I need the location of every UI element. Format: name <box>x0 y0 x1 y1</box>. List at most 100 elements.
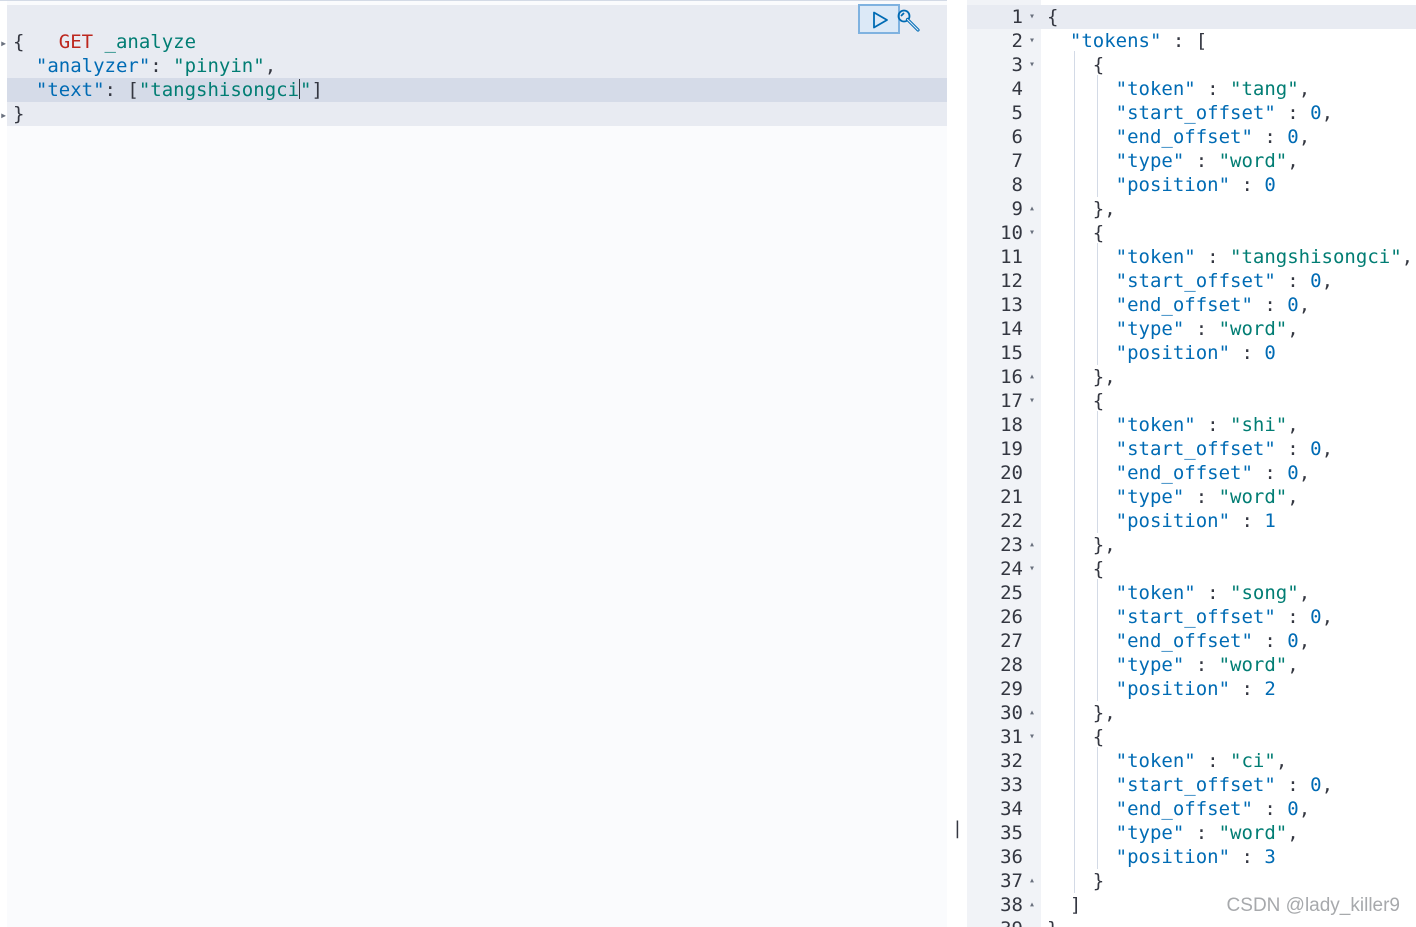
token-key: "token" <box>1115 750 1196 772</box>
code-text: "end_offset" : 0, <box>1047 797 1311 821</box>
token-punc: : <box>1184 150 1219 172</box>
line-number: 3 <box>1011 54 1023 76</box>
code-text: "token" : "tang", <box>1047 77 1311 101</box>
request-line-analyzer[interactable]: "analyzer": "pinyin", <box>13 54 276 78</box>
token-num: 0 <box>1287 294 1299 316</box>
fold-toggle-icon[interactable]: ▸ <box>0 37 7 49</box>
fold-collapse-icon[interactable]: ▾ <box>1026 557 1038 581</box>
token-key: "type" <box>1115 318 1185 340</box>
line-number: 32 <box>1000 750 1023 772</box>
watermark: CSDN @lady_killer9 <box>1226 895 1400 916</box>
token-punc: : <box>1184 654 1219 676</box>
code-text: "type" : "word", <box>1047 653 1299 677</box>
token-punc: : <box>1275 102 1311 124</box>
token-punc: : <box>1230 342 1265 364</box>
fold-collapse-icon[interactable]: ▾ <box>1026 725 1038 749</box>
fold-expand-icon[interactable]: ▴ <box>1026 197 1038 221</box>
fold-collapse-icon[interactable]: ▾ <box>1026 389 1038 413</box>
token-num: 0 <box>1310 774 1322 796</box>
response-line: 17 ▾ { <box>967 389 1416 413</box>
code-text: { <box>1047 221 1104 245</box>
token-str: "shi" <box>1230 414 1288 436</box>
token-punc: , <box>1298 78 1311 100</box>
line-number: 10 <box>1000 222 1023 244</box>
line-number: 16 <box>1000 366 1023 388</box>
request-line-text[interactable]: "text": ["tangshisongci"] <box>13 78 323 102</box>
line-number: 28 <box>1000 654 1023 676</box>
token-key: "type" <box>1115 654 1185 676</box>
token-num: 0 <box>1264 342 1276 364</box>
token-str: "word" <box>1218 654 1288 676</box>
fold-expand-icon[interactable]: ▴ <box>1026 893 1038 917</box>
open-brace: { <box>13 31 25 53</box>
request-line-open-brace[interactable]: { <box>13 30 24 54</box>
token-key: "type" <box>1115 150 1185 172</box>
response-line: 4 "token" : "tang", <box>967 77 1416 101</box>
token-punc: : <box>1275 774 1311 796</box>
line-number: 4 <box>1011 78 1023 100</box>
token-key: "end_offset" <box>1115 462 1253 484</box>
code-text: }, <box>1047 533 1116 557</box>
line-number: 22 <box>1000 510 1023 532</box>
token-str: "word" <box>1218 150 1288 172</box>
token-num: 0 <box>1310 606 1322 628</box>
code-text: "type" : "word", <box>1047 485 1299 509</box>
line-number: 15 <box>1000 342 1023 364</box>
line-number: 24 <box>1000 558 1023 580</box>
fold-toggle-icon[interactable]: ▸ <box>0 109 7 121</box>
pane-resizer[interactable]: || <box>947 0 974 927</box>
fold-collapse-icon[interactable]: ▾ <box>1026 53 1038 77</box>
request-line-close-brace[interactable]: } <box>13 102 24 126</box>
line-number: 18 <box>1000 414 1023 436</box>
fold-collapse-icon[interactable]: ▾ <box>1026 221 1038 245</box>
token-punc: : <box>1230 678 1265 700</box>
line-number: 39 <box>967 917 1023 927</box>
response-line: 7 "type" : "word", <box>967 149 1416 173</box>
fold-expand-icon[interactable]: ▴ <box>1026 365 1038 389</box>
code-text: { <box>1047 53 1104 77</box>
token-punc: , <box>1321 438 1334 460</box>
token-num: 0 <box>1287 630 1299 652</box>
text-key: "text" <box>35 79 105 101</box>
response-line: 29 "position" : 2 <box>967 677 1416 701</box>
response-line: 22 "position" : 1 <box>967 509 1416 533</box>
token-punc: } <box>1047 918 1058 927</box>
response-line: 21 "type" : "word", <box>967 485 1416 509</box>
token-key: "type" <box>1115 822 1185 844</box>
play-icon <box>873 11 888 29</box>
request-settings-button[interactable] <box>896 8 922 34</box>
token-punc: , <box>1298 126 1311 148</box>
token-key: "position" <box>1115 342 1231 364</box>
token-key: "start_offset" <box>1115 102 1276 124</box>
token-key: "token" <box>1115 78 1196 100</box>
token-punc: : <box>1230 174 1265 196</box>
token-num: 0 <box>1310 438 1322 460</box>
response-viewer[interactable]: 1 ▾{2 ▾ "tokens" : [3 ▾ {4 "token" : "tang"… <box>967 0 1416 927</box>
token-key: "tokens" <box>1069 30 1162 52</box>
fold-collapse-icon[interactable]: ▾ <box>1026 5 1038 29</box>
token-punc: : <box>1252 462 1288 484</box>
fold-expand-icon[interactable]: ▴ <box>1026 533 1038 557</box>
token-punc: : <box>1275 438 1311 460</box>
code-text: "type" : "word", <box>1047 317 1299 341</box>
send-request-button[interactable] <box>858 4 900 34</box>
token-punc: , <box>1298 798 1311 820</box>
fold-collapse-icon[interactable]: ▾ <box>1026 29 1038 53</box>
fold-expand-icon[interactable]: ▴ <box>1026 701 1038 725</box>
code-text: { <box>1047 5 1058 29</box>
token-punc: { <box>1092 222 1105 244</box>
request-line-method[interactable]: GET _analyze <box>13 6 196 53</box>
token-punc: : <box>1230 510 1265 532</box>
line-number: 29 <box>1000 678 1023 700</box>
token-punc: , <box>1275 750 1288 772</box>
response-line: 20 "end_offset" : 0, <box>967 461 1416 485</box>
response-line: 15 "position" : 0 <box>967 341 1416 365</box>
line-number: 23 <box>1000 534 1023 556</box>
analyzer-key: "analyzer" <box>35 55 151 77</box>
token-key: "token" <box>1115 246 1196 268</box>
token-punc: : <box>1252 798 1288 820</box>
fold-expand-icon[interactable]: ▴ <box>1026 869 1038 893</box>
request-editor[interactable]: ▸ ▸ GET _analyze { "analyzer": "pinyin",… <box>0 0 947 927</box>
token-num: 0 <box>1310 270 1322 292</box>
token-key: "position" <box>1115 174 1231 196</box>
